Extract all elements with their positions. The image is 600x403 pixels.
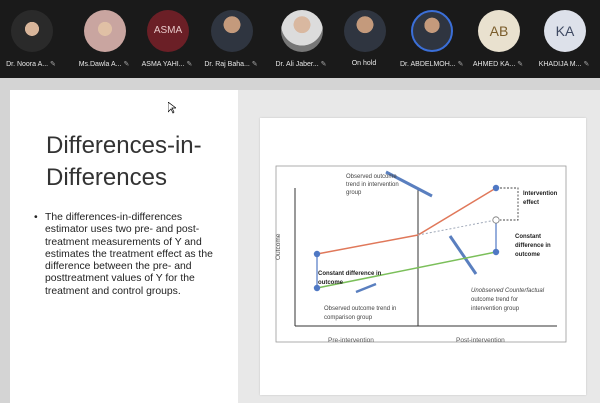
point-comparison-post [492,248,500,256]
avatar [281,10,323,52]
annotation-intervention-effect: Intervention effect [523,191,559,206]
annotation-constant-right: Constant difference in outcome [515,234,552,258]
did-diagram: Outcome Pre-intervention Post-interventi… [275,165,567,344]
participant-name: Dr. Noora A... [6,61,49,68]
annotation-observed-intervention: Observed outcome trend in intervention g… [346,174,400,196]
participant-tile-active[interactable]: Dr. ABDELMOH... ✎ [400,0,464,78]
avatar: ASMA [147,10,189,52]
y-axis-label: Outcome [275,233,282,260]
mic-off-icon: ✎ [457,61,464,68]
participant-name: KHADIJA M... [538,61,582,68]
comparison-trend-line [316,251,497,289]
did-figure: Outcome Pre-intervention Post-interventi… [260,118,586,395]
pointer-line [448,235,478,275]
mic-off-icon: ✎ [517,61,524,68]
mic-off-icon: ✎ [50,61,56,68]
participant-name: On hold [351,60,377,67]
participant-tile[interactable]: Ms.Dawla A... ✎ [73,0,135,78]
participant-name: Dr. Ali Jaber... [275,61,319,68]
pointer-line [355,282,377,294]
participant-tile[interactable]: Dr. Noora A... ✎ [0,0,62,78]
annotation-counterfactual: Unobserved Counterfactual outcome trend … [471,288,546,312]
mic-off-icon: ✎ [186,61,193,68]
point-counterfactual-post [492,216,500,224]
participant-name: Dr. ABDELMOH... [400,61,456,68]
mic-off-icon: ✎ [123,61,130,68]
participant-tile[interactable]: Dr. Ali Jaber... ✎ [270,0,332,78]
bullet-icon: • [34,212,38,223]
participant-name: AHMED KA... [472,61,516,68]
intervention-effect-bracket [500,187,519,221]
annotation-observed-comparison: Observed outcome trend in comparison gro… [324,306,398,321]
participant-tile[interactable]: On hold [333,0,395,78]
participant-name: Ms.Dawla A... [78,61,122,68]
participant-tile[interactable]: Dr. Raj Baha... ✎ [200,0,262,78]
slide-text-panel: Differences-in- Differences • The differ… [10,90,238,403]
avatar [11,10,53,52]
x-label-pre: Pre-intervention [328,337,374,344]
avatar: KA [544,10,586,52]
participant-tile[interactable]: KA KHADIJA M... ✎ [533,0,595,78]
slide-bullet: • The differences-in-differences estimat… [34,212,213,297]
avatar [344,10,386,52]
participant-name: Dr. Raj Baha... [204,61,250,68]
avatar [411,10,453,52]
point-intervention-post [492,184,500,192]
cursor-icon [168,102,176,114]
participant-tile[interactable]: ASMA ASMA YAHI... ✎ [136,0,198,78]
mic-off-icon: ✎ [251,61,258,68]
participant-tile[interactable]: AB AHMED KA... ✎ [467,0,529,78]
avatar [84,10,126,52]
slide-title: Differences-in- Differences [46,132,202,191]
participant-strip: Dr. Noora A... ✎ Ms.Dawla A... ✎ ASMA AS… [0,0,600,78]
participant-name: ASMA YAHI... [141,61,185,68]
x-label-post: Post-intervention [456,337,505,344]
avatar: AB [478,10,520,52]
mic-off-icon: ✎ [583,61,590,68]
intervention-trend-line [316,187,497,255]
avatar [211,10,253,52]
mic-off-icon: ✎ [320,61,327,68]
point-intervention-pre [313,250,321,258]
